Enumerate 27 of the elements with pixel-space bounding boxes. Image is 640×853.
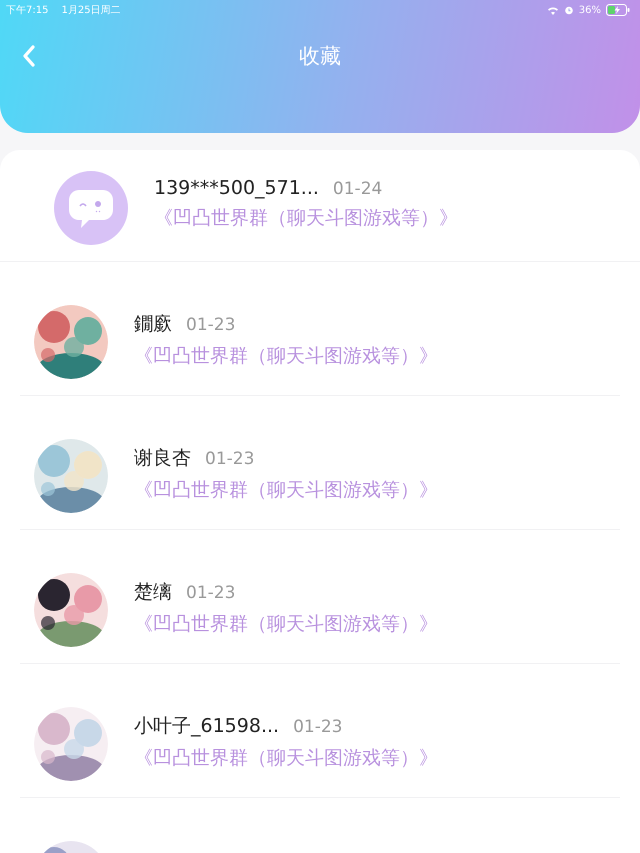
group-name: 《凹凸世界群（聊天斗图游戏等）》 — [134, 344, 438, 369]
page-title: 收藏 — [299, 43, 341, 70]
group-name: 《凹凸世界群（聊天斗图游戏等）》 — [134, 478, 438, 503]
battery-icon — [606, 4, 630, 16]
user-name: 谢良杏 — [134, 446, 191, 471]
user-name: 小叶子_61598... — [134, 714, 280, 739]
user-name: 鐗廞 — [134, 312, 172, 337]
favorite-item[interactable]: 小叶子_61598... 01-23 《凹凸世界群（聊天斗图游戏等）》 — [20, 686, 620, 798]
group-name: 《凹凸世界群（聊天斗图游戏等）》 — [134, 746, 438, 771]
favorite-item[interactable]: 谢良杏 01-23 《凹凸世界群（聊天斗图游戏等）》 — [20, 418, 620, 530]
favorite-date: 01-23 — [205, 449, 254, 469]
wifi-icon — [546, 6, 559, 14]
group-name: 《凹凸世界群（聊天斗图游戏等）》 — [154, 206, 458, 231]
battery-percent: 36% — [578, 4, 601, 16]
user-name: 139***500_571... — [154, 177, 319, 199]
favorite-date: 01-23 — [186, 583, 236, 603]
alarm-icon — [564, 5, 574, 15]
status-date: 1月25日周二 — [61, 4, 121, 17]
status-time: 下午7:15 — [6, 4, 48, 17]
favorite-item[interactable]: 139***500_571... 01-24 《凹凸世界群（聊天斗图游戏等）》 — [0, 150, 640, 262]
favorite-item[interactable]: 楚缡 01-23 《凹凸世界群（聊天斗图游戏等）》 — [20, 552, 620, 664]
favorite-date: 01-23 — [186, 315, 236, 335]
group-name: 《凹凸世界群（聊天斗图游戏等）》 — [134, 612, 438, 637]
favorite-item[interactable]: 鐗廞 01-23 《凹凸世界群（聊天斗图游戏等）》 — [20, 284, 620, 396]
favorite-date: 01-24 — [332, 179, 382, 199]
user-name: 楚缡 — [134, 580, 172, 605]
favorite-date: 01-23 — [293, 717, 342, 737]
